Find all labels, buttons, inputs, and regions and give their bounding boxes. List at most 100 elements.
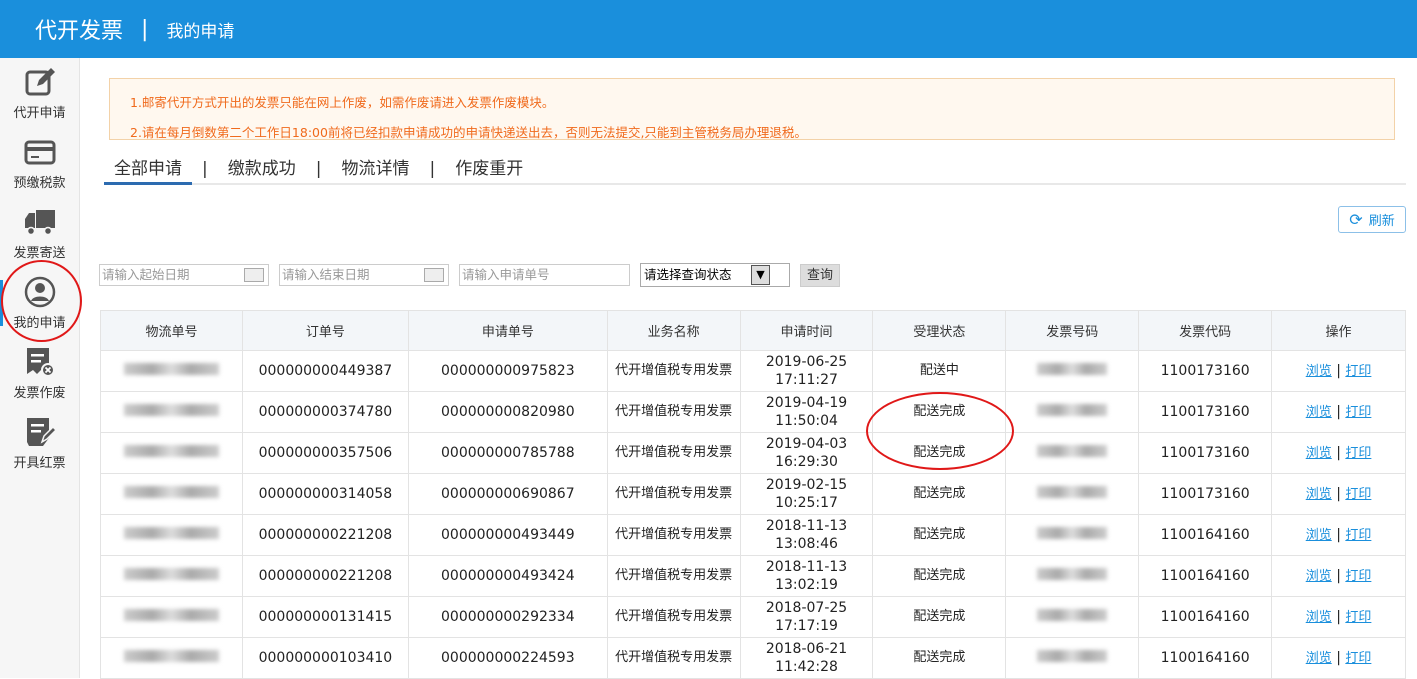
- application-time: 2019-06-2517:11:27: [740, 351, 873, 392]
- tab-paid[interactable]: 缴款成功: [218, 155, 306, 185]
- application-time: 2018-11-1313:08:46: [740, 515, 873, 556]
- print-link[interactable]: 打印: [1345, 651, 1371, 666]
- sidebar-item-invoice-cancel[interactable]: 发票作废: [0, 338, 79, 408]
- status-select[interactable]: 请选择查询状态▼: [640, 263, 790, 287]
- date: 2019-02-15: [741, 476, 873, 494]
- invoice-number: [1006, 392, 1139, 433]
- sidebar-item-label: 我的申请: [13, 312, 65, 331]
- sidebar-item-my-applications[interactable]: 我的申请: [0, 268, 79, 338]
- print-link[interactable]: 打印: [1345, 610, 1371, 625]
- column-header: 发票号码: [1006, 311, 1139, 351]
- table-row: 000000000449387 000000000975823 代开增值税专用发…: [101, 351, 1406, 392]
- sidebar-item-label: 代开申请: [13, 102, 65, 121]
- view-link[interactable]: 浏览: [1306, 569, 1332, 584]
- view-link[interactable]: 浏览: [1306, 610, 1332, 625]
- time: 17:11:27: [741, 371, 873, 389]
- truck-icon: [24, 206, 56, 238]
- invoice-cancel-icon: [24, 346, 56, 378]
- application-number: 000000000785788: [408, 433, 607, 474]
- view-link[interactable]: 浏览: [1306, 487, 1332, 502]
- invoice-number: [1006, 556, 1139, 597]
- order-number: 000000000449387: [242, 351, 408, 392]
- start-date-input[interactable]: 请输入起始日期: [99, 264, 269, 286]
- sidebar: 代开申请 预缴税款 发票寄送 我的申请 发票作废 开具红票: [0, 58, 80, 678]
- header-separator: |: [141, 17, 148, 42]
- refresh-icon: ⟳: [1349, 210, 1362, 229]
- invoice-code: 1100164160: [1139, 638, 1272, 679]
- end-date-input[interactable]: 请输入结束日期: [279, 264, 449, 286]
- print-link[interactable]: 打印: [1345, 569, 1371, 584]
- notice-line-1: 1.邮寄代开方式开出的发票只能在网上作废，如需作废请进入发票作废模块。: [130, 88, 1394, 118]
- view-link[interactable]: 浏览: [1306, 446, 1332, 461]
- column-header: 发票代码: [1139, 311, 1272, 351]
- placeholder: 请输入结束日期: [282, 267, 370, 282]
- time: 13:02:19: [741, 576, 873, 594]
- action-separator: |: [1336, 404, 1341, 420]
- refresh-button[interactable]: ⟳刷新: [1338, 206, 1406, 233]
- status: 配送完成: [873, 474, 1006, 515]
- applications-table: 物流单号订单号申请单号业务名称申请时间受理状态发票号码发票代码操作 000000…: [100, 310, 1406, 679]
- business-name: 代开增值税专用发票: [607, 433, 740, 474]
- status: 配送完成: [873, 638, 1006, 679]
- view-link[interactable]: 浏览: [1306, 651, 1332, 666]
- actions: 浏览 | 打印: [1272, 474, 1406, 515]
- top-header: 代开发票 | 我的申请: [0, 0, 1417, 58]
- logistics-number: [101, 433, 243, 474]
- tab-bar: 全部申请| 缴款成功| 物流详情| 作废重开: [104, 155, 1406, 185]
- tab-separator: |: [192, 155, 218, 183]
- order-number: 000000000221208: [242, 515, 408, 556]
- table-row: 000000000131415 000000000292334 代开增值税专用发…: [101, 597, 1406, 638]
- notice-line-2: 2.请在每月倒数第二个工作日18:00前将已经扣款申请成功的申请快递送出去，否则…: [130, 118, 1394, 148]
- calendar-icon[interactable]: [244, 268, 264, 282]
- application-time: 2018-11-1313:02:19: [740, 556, 873, 597]
- date: 2019-04-03: [741, 435, 873, 453]
- table-row: 000000000374780 000000000820980 代开增值税专用发…: [101, 392, 1406, 433]
- print-link[interactable]: 打印: [1345, 528, 1371, 543]
- view-link[interactable]: 浏览: [1306, 528, 1332, 543]
- logistics-number: [101, 638, 243, 679]
- logistics-number: [101, 515, 243, 556]
- order-number: 000000000314058: [242, 474, 408, 515]
- business-name: 代开增值税专用发票: [607, 351, 740, 392]
- application-number-input[interactable]: 请输入申请单号: [459, 264, 630, 286]
- order-number: 000000000103410: [242, 638, 408, 679]
- app-title: 代开发票: [35, 13, 123, 45]
- sidebar-item-delivery[interactable]: 发票寄送: [0, 198, 79, 268]
- sidebar-item-red-invoice[interactable]: 开具红票: [0, 408, 79, 478]
- print-link[interactable]: 打印: [1345, 446, 1371, 461]
- date: 2018-11-13: [741, 517, 873, 535]
- tab-logistics[interactable]: 物流详情: [331, 155, 419, 185]
- sidebar-item-label: 发票寄送: [13, 242, 65, 261]
- print-link[interactable]: 打印: [1345, 364, 1371, 379]
- business-name: 代开增值税专用发票: [607, 597, 740, 638]
- application-time: 2019-04-1911:50:04: [740, 392, 873, 433]
- view-link[interactable]: 浏览: [1306, 364, 1332, 379]
- actions: 浏览 | 打印: [1272, 556, 1406, 597]
- view-link[interactable]: 浏览: [1306, 405, 1332, 420]
- sidebar-item-apply[interactable]: 代开申请: [0, 58, 79, 128]
- tab-reissue[interactable]: 作废重开: [445, 155, 533, 185]
- placeholder: 请输入起始日期: [102, 267, 190, 282]
- column-header: 物流单号: [101, 311, 243, 351]
- time: 17:17:19: [741, 617, 873, 635]
- invoice-code: 1100173160: [1139, 351, 1272, 392]
- application-number: 000000000690867: [408, 474, 607, 515]
- query-button[interactable]: 查询: [800, 264, 840, 287]
- application-number: 000000000224593: [408, 638, 607, 679]
- order-number: 000000000221208: [242, 556, 408, 597]
- invoice-edit-icon: [24, 416, 56, 448]
- calendar-icon[interactable]: [424, 268, 444, 282]
- chevron-down-icon[interactable]: ▼: [751, 265, 770, 285]
- tab-all[interactable]: 全部申请: [104, 155, 192, 185]
- invoice-code: 1100173160: [1139, 392, 1272, 433]
- order-number: 000000000131415: [242, 597, 408, 638]
- notice-box: 1.邮寄代开方式开出的发票只能在网上作废，如需作废请进入发票作废模块。 2.请在…: [109, 78, 1395, 140]
- action-separator: |: [1336, 486, 1341, 502]
- application-number: 000000000820980: [408, 392, 607, 433]
- table-row: 000000000357506 000000000785788 代开增值税专用发…: [101, 433, 1406, 474]
- sidebar-item-prepay[interactable]: 预缴税款: [0, 128, 79, 198]
- print-link[interactable]: 打印: [1345, 405, 1371, 420]
- print-link[interactable]: 打印: [1345, 487, 1371, 502]
- application-time: 2018-07-2517:17:19: [740, 597, 873, 638]
- actions: 浏览 | 打印: [1272, 638, 1406, 679]
